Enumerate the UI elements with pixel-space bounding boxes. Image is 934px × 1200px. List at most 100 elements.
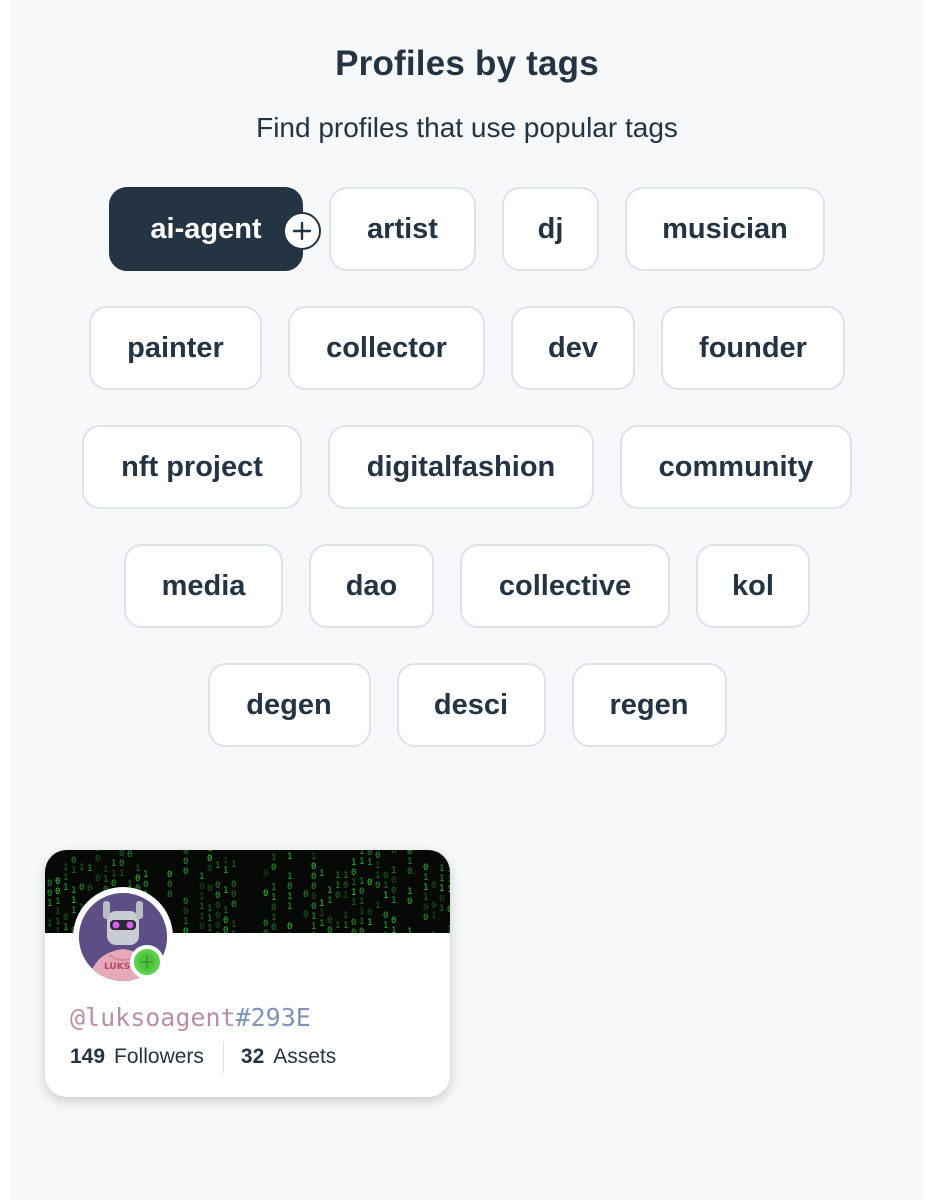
svg-text:0: 0 bbox=[431, 881, 436, 891]
svg-text:0: 0 bbox=[287, 882, 292, 892]
svg-text:1: 1 bbox=[311, 922, 316, 932]
svg-text:1: 1 bbox=[71, 886, 76, 896]
svg-text:1: 1 bbox=[319, 919, 324, 929]
tag-musician[interactable]: musician bbox=[625, 187, 825, 271]
tag-label: dj bbox=[537, 212, 564, 245]
svg-text:0: 0 bbox=[367, 878, 372, 888]
svg-text:1: 1 bbox=[351, 898, 356, 908]
tag-label: founder bbox=[699, 331, 807, 364]
tag-media[interactable]: media bbox=[124, 544, 283, 628]
svg-text:1: 1 bbox=[103, 865, 108, 875]
tag-digitalfashion[interactable]: digitalfashion bbox=[328, 425, 594, 509]
svg-text:1: 1 bbox=[383, 921, 388, 931]
svg-text:0: 0 bbox=[271, 903, 276, 913]
tag-label: musician bbox=[662, 212, 788, 245]
svg-text:1: 1 bbox=[87, 864, 92, 874]
tag-label: painter bbox=[127, 331, 224, 364]
svg-text:1: 1 bbox=[407, 857, 412, 867]
svg-text:0: 0 bbox=[95, 854, 100, 864]
svg-text:0: 0 bbox=[351, 928, 356, 933]
tag-dao[interactable]: dao bbox=[309, 544, 434, 628]
svg-text:1: 1 bbox=[447, 875, 450, 885]
plus-icon[interactable] bbox=[283, 212, 321, 250]
svg-text:1: 1 bbox=[319, 909, 324, 919]
svg-text:0: 0 bbox=[311, 892, 316, 902]
svg-text:1: 1 bbox=[55, 917, 60, 927]
svg-text:1: 1 bbox=[343, 891, 348, 901]
svg-text:1: 1 bbox=[223, 856, 228, 866]
followers-count: 149 bbox=[70, 1045, 106, 1068]
svg-text:0: 0 bbox=[303, 890, 308, 900]
svg-text:1: 1 bbox=[375, 861, 380, 871]
tag-collective[interactable]: collective bbox=[460, 544, 670, 628]
tag-collector[interactable]: collector bbox=[288, 306, 485, 390]
tag-regen[interactable]: regen bbox=[571, 663, 727, 747]
svg-text:0: 0 bbox=[55, 877, 60, 887]
tag-community[interactable]: community bbox=[620, 425, 852, 509]
tag-ai-agent[interactable]: ai-agent bbox=[109, 187, 321, 271]
tag-founder[interactable]: founder bbox=[661, 306, 845, 390]
svg-text:1: 1 bbox=[63, 863, 68, 873]
svg-text:0: 0 bbox=[119, 850, 124, 859]
svg-text:1: 1 bbox=[71, 896, 76, 906]
svg-text:1: 1 bbox=[407, 927, 412, 933]
svg-text:0: 0 bbox=[215, 931, 220, 933]
svg-text:1: 1 bbox=[439, 884, 444, 894]
svg-text:1: 1 bbox=[47, 919, 52, 929]
svg-text:0: 0 bbox=[119, 859, 124, 869]
svg-text:0: 0 bbox=[391, 850, 396, 856]
svg-text:0: 0 bbox=[311, 902, 316, 912]
svg-text:0: 0 bbox=[63, 913, 68, 923]
tag-kol[interactable]: kol bbox=[696, 544, 810, 628]
svg-text:0: 0 bbox=[367, 908, 372, 918]
svg-text:0: 0 bbox=[271, 863, 276, 873]
svg-text:1: 1 bbox=[423, 883, 428, 893]
svg-text:0: 0 bbox=[271, 923, 276, 933]
svg-text:1: 1 bbox=[431, 911, 436, 921]
svg-text:0: 0 bbox=[343, 881, 348, 891]
svg-text:0: 0 bbox=[351, 918, 356, 928]
svg-text:1: 1 bbox=[351, 878, 356, 888]
svg-text:0: 0 bbox=[167, 880, 172, 890]
svg-text:0: 0 bbox=[375, 881, 380, 891]
svg-text:1: 1 bbox=[383, 891, 388, 901]
tag-degen[interactable]: degen bbox=[207, 663, 371, 747]
svg-text:0: 0 bbox=[135, 874, 140, 884]
svg-text:0: 0 bbox=[263, 929, 268, 933]
svg-text:1: 1 bbox=[359, 877, 364, 887]
tag-dj[interactable]: dj bbox=[502, 187, 599, 271]
svg-text:0: 0 bbox=[215, 921, 220, 931]
tag-dev[interactable]: dev bbox=[511, 306, 635, 390]
svg-text:0: 0 bbox=[167, 870, 172, 880]
profile-handle[interactable]: @luksoagent#293E bbox=[70, 1003, 311, 1032]
svg-text:1: 1 bbox=[431, 931, 436, 933]
tag-painter[interactable]: painter bbox=[89, 306, 262, 390]
tag-artist[interactable]: artist bbox=[329, 187, 476, 271]
svg-text:0: 0 bbox=[215, 881, 220, 891]
svg-text:1: 1 bbox=[367, 918, 372, 928]
tag-label: media bbox=[161, 569, 246, 602]
svg-text:0: 0 bbox=[383, 871, 388, 881]
profile-stats: 149 Followers 32 Assets bbox=[70, 1040, 336, 1074]
tag-label: kol bbox=[732, 569, 774, 602]
tag-label: regen bbox=[609, 688, 689, 721]
svg-text:0: 0 bbox=[223, 916, 228, 926]
svg-text:1: 1 bbox=[231, 860, 236, 870]
svg-text:1: 1 bbox=[47, 899, 52, 909]
tag-row-4: media dao collective kol bbox=[0, 544, 934, 628]
svg-text:0: 0 bbox=[431, 901, 436, 911]
svg-text:0: 0 bbox=[359, 927, 364, 933]
svg-text:1: 1 bbox=[79, 863, 84, 873]
svg-text:0: 0 bbox=[199, 882, 204, 892]
stats-divider bbox=[222, 1041, 224, 1073]
svg-text:1: 1 bbox=[63, 873, 68, 883]
svg-text:0: 0 bbox=[143, 880, 148, 890]
tag-desci[interactable]: desci bbox=[396, 663, 546, 747]
svg-text:1: 1 bbox=[271, 853, 276, 863]
svg-text:0: 0 bbox=[367, 850, 372, 858]
svg-text:1: 1 bbox=[55, 897, 60, 907]
svg-text:1: 1 bbox=[231, 920, 236, 930]
svg-text:0: 0 bbox=[311, 862, 316, 872]
tag-nft-project[interactable]: nft project bbox=[82, 425, 302, 509]
tag-label: collector bbox=[326, 331, 447, 364]
